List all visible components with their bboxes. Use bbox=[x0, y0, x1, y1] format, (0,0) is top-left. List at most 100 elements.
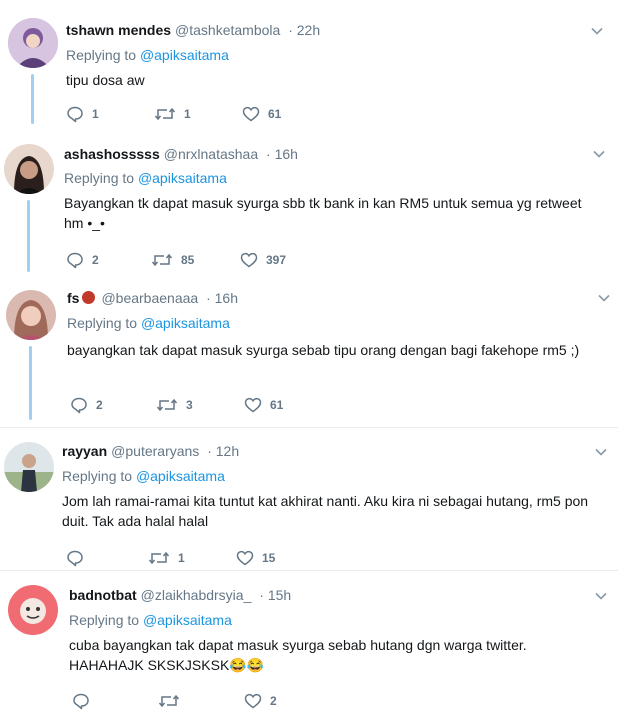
tweet-text: bayangkan tak dapat masuk syurga sebab t… bbox=[67, 342, 580, 358]
replying-to: Replying to @apiksaitama bbox=[69, 611, 232, 629]
timestamp[interactable]: · 16h bbox=[206, 290, 238, 306]
replying-to: Replying to @apiksaitama bbox=[64, 169, 227, 187]
like-button[interactable]: 61 bbox=[242, 104, 281, 124]
avatar[interactable] bbox=[4, 442, 54, 492]
retweet-button[interactable] bbox=[158, 691, 188, 711]
display-name[interactable]: badnotbat bbox=[69, 587, 137, 603]
replying-mention[interactable]: @apiksaitama bbox=[138, 170, 227, 186]
reply-count: 2 bbox=[92, 253, 99, 267]
retweet-button[interactable]: 3 bbox=[156, 395, 193, 415]
reply-count: 1 bbox=[92, 107, 99, 121]
tweet-text: Jom lah ramai-ramai kita tuntut kat akhi… bbox=[62, 493, 589, 529]
replying-to: Replying to @apiksaitama bbox=[62, 467, 225, 485]
replying-mention[interactable]: @apiksaitama bbox=[143, 612, 232, 628]
chevron-down-icon[interactable] bbox=[590, 24, 604, 38]
reply-button[interactable] bbox=[72, 691, 98, 711]
chevron-down-icon[interactable] bbox=[594, 589, 608, 603]
replying-label: Replying to bbox=[62, 468, 133, 484]
reply-button[interactable]: 1 bbox=[66, 104, 99, 124]
user-handle[interactable]: @zlaikhabdrsyia_ bbox=[141, 587, 252, 603]
replying-mention[interactable]: @apiksaitama bbox=[136, 468, 225, 484]
tweet[interactable]: rayyan @puteraryans · 12h Replying to @ap… bbox=[0, 428, 618, 570]
user-handle[interactable]: @bearbaenaaa bbox=[101, 290, 198, 306]
reply-icon bbox=[66, 549, 84, 567]
tweet-header: tshawn mendes @tashketambola · 22h bbox=[66, 21, 320, 39]
retweet-button[interactable]: 1 bbox=[154, 104, 191, 124]
tweet-header: ashashosssss @nrxlnatashaa · 16h bbox=[64, 145, 298, 163]
tweet-text: tipu dosa aw bbox=[66, 72, 145, 88]
user-handle[interactable]: @puteraryans bbox=[111, 443, 199, 459]
retweet-count: 3 bbox=[186, 398, 193, 412]
timestamp[interactable]: · 15h bbox=[259, 587, 291, 603]
replying-label: Replying to bbox=[69, 612, 140, 628]
reply-icon bbox=[70, 396, 88, 414]
timestamp[interactable]: · 12h bbox=[207, 443, 239, 459]
like-count: 61 bbox=[270, 398, 284, 412]
display-name[interactable]: ashashosssss bbox=[64, 146, 160, 162]
tweet-actions: 1 1 61 bbox=[66, 104, 366, 124]
tweet[interactable]: tshawn mendes @tashketambola · 22h Replyi… bbox=[0, 0, 618, 130]
replying-label: Replying to bbox=[66, 47, 137, 63]
retweet-icon bbox=[156, 396, 178, 414]
user-handle[interactable]: @tashketambola bbox=[175, 22, 280, 38]
display-name[interactable]: fs bbox=[67, 290, 79, 306]
display-name[interactable]: tshawn mendes bbox=[66, 22, 171, 38]
replying-mention[interactable]: @apiksaitama bbox=[141, 315, 230, 331]
reply-button[interactable] bbox=[66, 548, 92, 568]
thread-line bbox=[29, 346, 32, 420]
replying-mention[interactable]: @apiksaitama bbox=[140, 47, 229, 63]
reply-icon bbox=[66, 105, 84, 123]
like-button[interactable]: 397 bbox=[240, 250, 286, 270]
timestamp[interactable]: · 16h bbox=[266, 146, 298, 162]
retweet-button[interactable]: 1 bbox=[148, 548, 185, 568]
replying-label: Replying to bbox=[64, 170, 135, 186]
like-count: 15 bbox=[262, 551, 276, 565]
avatar[interactable] bbox=[6, 290, 56, 340]
bear-emoji-icon bbox=[82, 291, 96, 304]
retweet-count: 1 bbox=[178, 551, 185, 565]
heart-icon bbox=[244, 396, 262, 414]
retweet-button[interactable]: 85 bbox=[151, 250, 194, 270]
heart-icon bbox=[244, 692, 262, 710]
avatar[interactable] bbox=[4, 144, 54, 194]
like-count: 61 bbox=[268, 107, 282, 121]
replying-to: Replying to @apiksaitama bbox=[67, 314, 230, 332]
like-button[interactable]: 61 bbox=[244, 395, 283, 415]
tweet-actions: 1 15 bbox=[66, 548, 366, 568]
tweet[interactable]: ashashosssss @nrxlnatashaa · 16h Replying… bbox=[0, 130, 618, 278]
thread-line bbox=[27, 200, 30, 272]
like-count: 2 bbox=[270, 694, 277, 708]
retweet-count: 85 bbox=[181, 253, 195, 267]
tweet-header: fs @bearbaenaaa · 16h bbox=[67, 289, 238, 307]
retweet-icon bbox=[151, 251, 173, 269]
retweet-icon bbox=[148, 549, 170, 567]
retweet-icon bbox=[158, 692, 180, 710]
chevron-down-icon[interactable] bbox=[597, 291, 611, 305]
like-button[interactable]: 15 bbox=[236, 548, 275, 568]
heart-icon bbox=[242, 105, 260, 123]
replying-label: Replying to bbox=[67, 315, 138, 331]
reply-icon bbox=[72, 692, 90, 710]
thread-line bbox=[31, 74, 34, 124]
reply-icon bbox=[66, 251, 84, 269]
heart-icon bbox=[240, 251, 258, 269]
tweet-text: Bayangkan tk dapat masuk syurga sbb tk b… bbox=[64, 195, 582, 231]
reply-button[interactable]: 2 bbox=[66, 250, 99, 270]
user-handle[interactable]: @nrxlnatashaa bbox=[164, 146, 258, 162]
tweet-actions: 2 85 397 bbox=[66, 250, 366, 270]
chevron-down-icon[interactable] bbox=[592, 147, 606, 161]
reply-button[interactable]: 2 bbox=[70, 395, 103, 415]
display-name[interactable]: rayyan bbox=[62, 443, 107, 459]
retweet-count: 1 bbox=[184, 107, 191, 121]
tweet[interactable]: fs @bearbaenaaa · 16h Replying to @apiksa… bbox=[0, 278, 618, 426]
replying-to: Replying to @apiksaitama bbox=[66, 46, 229, 64]
like-count: 397 bbox=[266, 253, 287, 267]
like-button[interactable]: 2 bbox=[244, 691, 277, 711]
avatar[interactable] bbox=[8, 585, 58, 635]
tweet-header: badnotbat @zlaikhabdrsyia_ · 15h bbox=[69, 586, 291, 604]
avatar[interactable] bbox=[8, 18, 58, 68]
tweet[interactable]: badnotbat @zlaikhabdrsyia_ · 15h Replying… bbox=[0, 571, 618, 723]
chevron-down-icon[interactable] bbox=[594, 445, 608, 459]
tweet-text: cuba bayangkan tak dapat masuk syurga se… bbox=[69, 637, 527, 673]
timestamp[interactable]: · 22h bbox=[288, 22, 320, 38]
